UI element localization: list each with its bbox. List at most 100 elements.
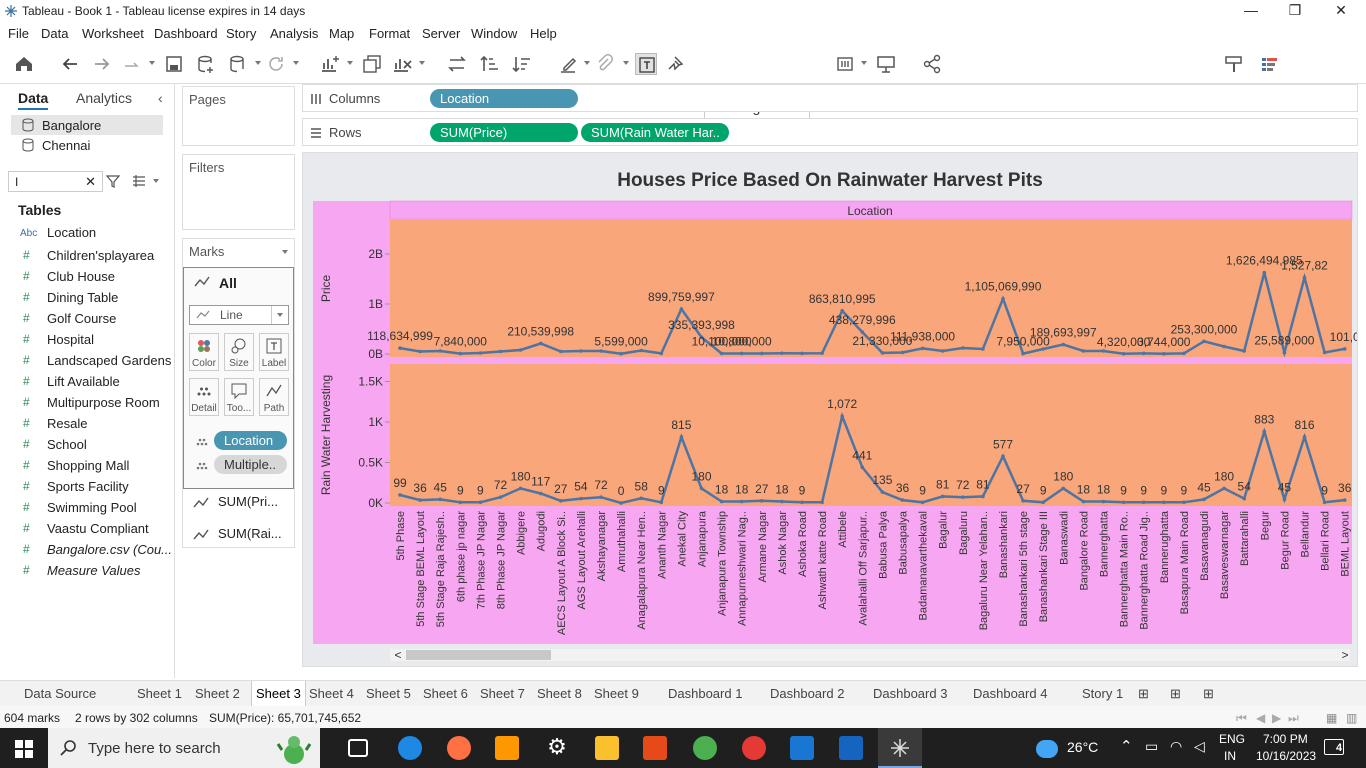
wifi-icon[interactable]: ◠ bbox=[1170, 738, 1182, 755]
filter-icon[interactable] bbox=[106, 174, 120, 188]
pages-shelf[interactable]: Pages bbox=[182, 86, 295, 146]
data-point[interactable] bbox=[398, 493, 402, 497]
data-point[interactable] bbox=[800, 351, 804, 356]
data-point[interactable] bbox=[639, 496, 643, 501]
redo-icon[interactable] bbox=[91, 53, 113, 75]
data-point[interactable] bbox=[900, 350, 905, 355]
menu-data[interactable]: Data bbox=[41, 26, 68, 41]
share-icon[interactable] bbox=[921, 53, 943, 75]
sheet-tab[interactable]: Dashboard 3 bbox=[873, 686, 947, 701]
data-point[interactable] bbox=[478, 351, 483, 355]
clear-search-icon[interactable]: ✕ bbox=[85, 174, 96, 190]
color-button[interactable]: Color bbox=[189, 333, 219, 371]
windows-start-icon[interactable] bbox=[15, 740, 33, 758]
sheet-tab[interactable]: Dashboard 4 bbox=[973, 686, 1047, 701]
data-point[interactable] bbox=[1081, 349, 1086, 353]
data-point[interactable] bbox=[1001, 454, 1005, 459]
data-point[interactable] bbox=[961, 495, 965, 499]
data-point[interactable] bbox=[498, 349, 503, 354]
data-point[interactable] bbox=[438, 349, 442, 353]
data-point[interactable] bbox=[760, 499, 764, 503]
replay-icon[interactable] bbox=[121, 53, 143, 75]
data-point[interactable] bbox=[1342, 347, 1347, 351]
datasource-chennai[interactable]: Chennai bbox=[42, 138, 90, 153]
data-point[interactable] bbox=[1021, 499, 1025, 503]
chrome-icon[interactable] bbox=[693, 736, 717, 760]
data-point[interactable] bbox=[800, 500, 804, 505]
new-worksheet-icon[interactable] bbox=[319, 53, 341, 75]
language-in[interactable]: IN bbox=[1224, 749, 1236, 763]
data-point[interactable] bbox=[840, 309, 844, 313]
data-point[interactable] bbox=[1282, 497, 1287, 502]
data-point[interactable] bbox=[1041, 500, 1045, 505]
data-point[interactable] bbox=[538, 491, 543, 496]
sheet-tab[interactable]: Data Source bbox=[24, 686, 96, 701]
data-point[interactable] bbox=[679, 435, 684, 439]
data-point[interactable] bbox=[639, 348, 643, 353]
data-point[interactable] bbox=[860, 465, 865, 470]
data-point[interactable] bbox=[1121, 351, 1126, 356]
data-point[interactable] bbox=[498, 495, 503, 499]
data-point[interactable] bbox=[1242, 496, 1246, 501]
media-player-icon[interactable] bbox=[495, 736, 519, 760]
data-point[interactable] bbox=[1282, 350, 1287, 355]
nav-prev-icon[interactable]: ◀ bbox=[1256, 711, 1265, 725]
attach-icon[interactable] bbox=[594, 53, 616, 75]
menu-map[interactable]: Map bbox=[329, 26, 354, 41]
data-point[interactable] bbox=[1121, 500, 1126, 505]
new-story-tab-icon[interactable]: ⊞ bbox=[1203, 686, 1214, 702]
filters-shelf[interactable]: Filters bbox=[182, 154, 295, 230]
field-measure[interactable]: Lift Available bbox=[47, 374, 120, 389]
line-chart[interactable]: Houses Price Based On Rainwater Harvest … bbox=[303, 153, 1357, 666]
sheet-tab[interactable]: Sheet 2 bbox=[195, 686, 240, 701]
field-measure[interactable]: School bbox=[47, 437, 87, 452]
data-point[interactable] bbox=[719, 499, 724, 504]
data-point[interactable] bbox=[1141, 351, 1146, 356]
data-point[interactable] bbox=[418, 349, 422, 354]
data-point[interactable] bbox=[458, 500, 463, 505]
data-point[interactable] bbox=[820, 351, 824, 356]
data-point[interactable] bbox=[920, 500, 925, 505]
data-point[interactable] bbox=[820, 500, 824, 505]
highlight-icon[interactable] bbox=[558, 53, 580, 75]
show-cards-icon[interactable] bbox=[835, 53, 857, 75]
field-search-input[interactable]: I ✕ bbox=[8, 171, 103, 192]
field-measure[interactable]: Sports Facility bbox=[47, 479, 129, 494]
data-point[interactable] bbox=[1302, 435, 1307, 439]
swap-icon[interactable] bbox=[446, 53, 468, 75]
new-dashboard-tab-icon[interactable]: ⊞ bbox=[1170, 686, 1181, 702]
undo-icon[interactable] bbox=[59, 53, 81, 75]
tab-analytics[interactable]: Analytics bbox=[76, 90, 132, 106]
data-point[interactable] bbox=[538, 341, 543, 346]
data-point[interactable] bbox=[940, 349, 945, 353]
data-point[interactable] bbox=[599, 349, 603, 353]
data-point[interactable] bbox=[880, 351, 885, 355]
battery-icon[interactable]: ▭ bbox=[1145, 738, 1158, 755]
data-point[interactable] bbox=[438, 497, 442, 502]
sheet-tab[interactable]: Sheet 1 bbox=[137, 686, 182, 701]
data-point[interactable] bbox=[1182, 351, 1186, 356]
pin-icon[interactable] bbox=[666, 53, 688, 75]
data-point[interactable] bbox=[699, 486, 704, 491]
data-point[interactable] bbox=[940, 494, 945, 499]
data-point[interactable] bbox=[739, 351, 744, 356]
store-icon[interactable] bbox=[643, 736, 667, 760]
edge-icon[interactable] bbox=[398, 736, 422, 760]
data-point[interactable] bbox=[719, 351, 724, 356]
marks-sum-price[interactable]: SUM(Pri... bbox=[218, 494, 278, 509]
menu-window[interactable]: Window bbox=[471, 26, 517, 41]
grid-view-icon[interactable]: ▦ bbox=[1326, 711, 1337, 725]
new-datasource-icon[interactable] bbox=[195, 53, 217, 75]
restore-button[interactable]: ❐ bbox=[1280, 2, 1310, 20]
sheet-tab[interactable]: Sheet 9 bbox=[594, 686, 639, 701]
sheet-tab[interactable]: Sheet 3 bbox=[251, 681, 306, 706]
data-point[interactable] bbox=[1262, 270, 1267, 275]
minimize-button[interactable]: — bbox=[1236, 2, 1266, 20]
menu-server[interactable]: Server bbox=[422, 26, 460, 41]
data-point[interactable] bbox=[398, 346, 402, 350]
data-point[interactable] bbox=[1322, 500, 1327, 505]
field-measure[interactable]: Bangalore.csv (Cou... bbox=[47, 542, 172, 557]
data-point[interactable] bbox=[1342, 498, 1347, 502]
task-view-icon[interactable] bbox=[348, 739, 368, 757]
opera-icon[interactable] bbox=[742, 736, 766, 760]
